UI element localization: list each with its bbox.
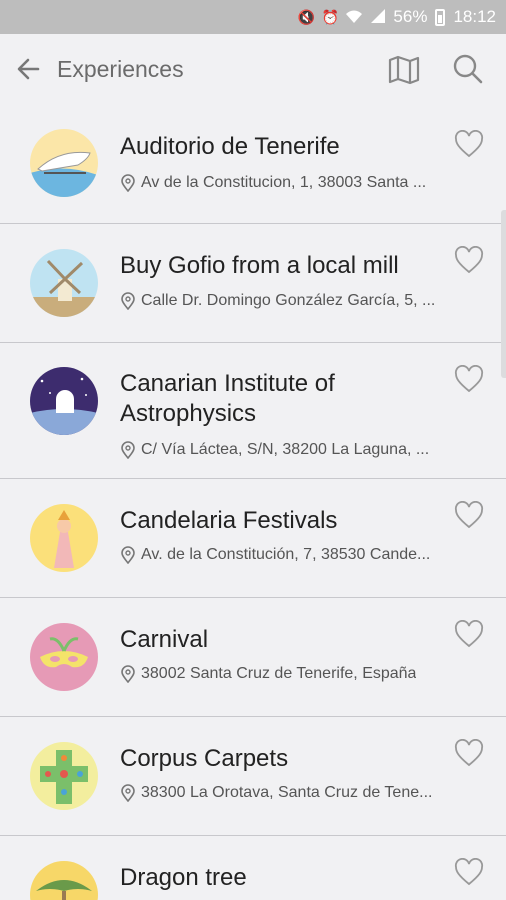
signal-icon <box>369 8 387 26</box>
list-item[interactable]: Carnival 38002 Santa Cruz de Tenerife, E… <box>0 598 506 717</box>
scrollbar-thumb[interactable] <box>501 210 506 378</box>
location-pin-icon <box>121 174 135 192</box>
list-item[interactable]: Corpus Carpets 38300 La Orotava, Santa C… <box>0 717 506 836</box>
location-pin-icon <box>121 292 135 310</box>
item-title: Corpus Carpets <box>120 745 289 772</box>
item-title: Carnival <box>120 626 209 653</box>
battery-percent: 56% <box>393 7 428 26</box>
page-title: Experiences <box>57 56 184 82</box>
favorite-heart-icon[interactable] <box>454 739 484 767</box>
item-title: Auditorio de Tenerife <box>120 133 340 160</box>
list-item[interactable]: Buy Gofio from a local mill Calle Dr. Do… <box>0 224 506 343</box>
item-address: Calle Dr. Domingo González García, 5, ..… <box>120 292 450 310</box>
corpus-carpets-thumbnail <box>30 742 98 810</box>
astrophysics-thumbnail <box>30 367 98 435</box>
search-icon[interactable] <box>452 53 484 85</box>
item-address: C/ Vía Láctea, S/N, 38200 La Laguna, ... <box>120 441 450 459</box>
favorite-heart-icon[interactable] <box>454 620 484 648</box>
status-bar: 🔇 ⏰ 56% 18:12 <box>0 0 506 34</box>
favorite-heart-icon[interactable] <box>454 858 484 886</box>
item-title: Buy Gofio from a local mill <box>120 252 399 279</box>
clock: 18:12 <box>453 7 496 26</box>
experience-list: Auditorio de Tenerife Av de la Constituc… <box>0 106 506 900</box>
list-item[interactable]: Canarian Institute of Astrophysics C/ Ví… <box>0 343 506 479</box>
item-title: Dragon tree <box>120 864 247 891</box>
alarm-icon: ⏰ <box>321 9 340 25</box>
list-item[interactable]: Auditorio de Tenerife Av de la Constituc… <box>0 106 506 224</box>
list-item[interactable]: Dragon tree <box>0 836 506 900</box>
app-bar: Experiences <box>0 34 506 106</box>
mute-icon: 🔇 <box>297 9 316 25</box>
location-pin-icon <box>121 441 135 459</box>
auditorio-thumbnail <box>30 129 98 197</box>
favorite-heart-icon[interactable] <box>454 130 484 158</box>
favorite-heart-icon[interactable] <box>454 501 484 529</box>
dragon-tree-thumbnail <box>30 861 98 900</box>
location-pin-icon <box>121 784 135 802</box>
item-title: Canarian Institute of Astrophysics <box>120 370 335 427</box>
location-pin-icon <box>121 665 135 683</box>
item-address: Av. de la Constitución, 7, 38530 Cande..… <box>120 546 450 564</box>
favorite-heart-icon[interactable] <box>454 246 484 274</box>
item-address: Av de la Constitucion, 1, 38003 Santa ..… <box>120 174 450 192</box>
candelaria-thumbnail <box>30 504 98 572</box>
list-item[interactable]: Candelaria Festivals Av. de la Constituc… <box>0 479 506 598</box>
item-title: Candelaria Festivals <box>120 507 338 534</box>
battery-icon <box>435 8 446 26</box>
carnival-thumbnail <box>30 623 98 691</box>
item-address: 38300 La Orotava, Santa Cruz de Tene... <box>120 784 450 802</box>
map-icon[interactable] <box>387 54 421 86</box>
item-address: 38002 Santa Cruz de Tenerife, España <box>120 665 450 683</box>
wifi-icon <box>345 8 363 26</box>
location-pin-icon <box>121 546 135 564</box>
back-arrow-icon[interactable] <box>14 54 44 84</box>
gofio-mill-thumbnail <box>30 249 98 317</box>
favorite-heart-icon[interactable] <box>454 365 484 393</box>
